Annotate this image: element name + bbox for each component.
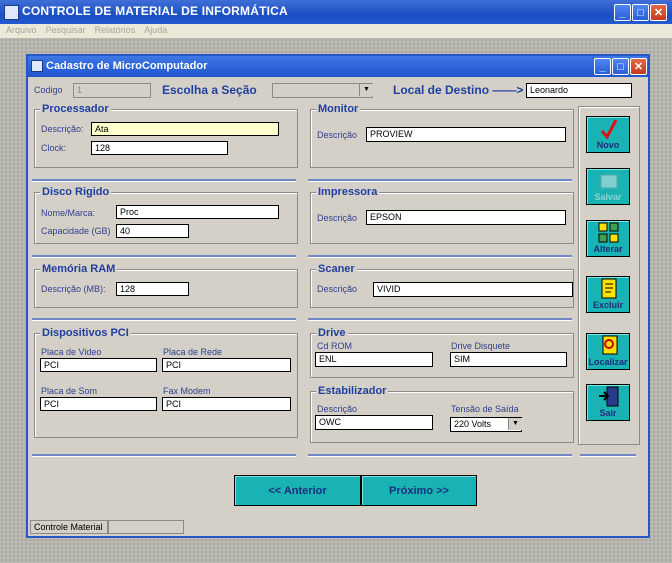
drive-title: Drive bbox=[316, 327, 348, 339]
divider bbox=[308, 454, 572, 457]
divider bbox=[32, 179, 296, 182]
menu-bar: Arquivo Pesquisar Relatórios Ajuda bbox=[0, 24, 672, 38]
disquete-label: Drive Disquete bbox=[451, 341, 511, 351]
menu-arquivo[interactable]: Arquivo bbox=[6, 25, 37, 35]
grid-icon bbox=[598, 222, 619, 243]
som-field[interactable]: PCI bbox=[40, 397, 157, 411]
scaner-label: Descrição bbox=[317, 284, 358, 294]
secao-label: Escolha a Seção bbox=[162, 83, 257, 97]
disquete-field[interactable]: SIM bbox=[450, 352, 567, 367]
nome-label: Nome/Marca: bbox=[41, 208, 96, 218]
chevron-down-icon[interactable]: ▼ bbox=[508, 418, 522, 430]
video-label: Placa de Video bbox=[41, 347, 102, 357]
salvar-label: Salvar bbox=[594, 192, 622, 202]
impressora-title: Impressora bbox=[316, 186, 380, 198]
app-icon bbox=[4, 5, 19, 20]
disco-title: Disco Rigido bbox=[40, 186, 112, 198]
secao-select[interactable] bbox=[272, 83, 373, 98]
form-close-icon[interactable]: ✕ bbox=[630, 58, 647, 75]
clock-label: Clock: bbox=[41, 143, 67, 153]
proc-desc-field[interactable]: Ata bbox=[91, 122, 279, 136]
excluir-button[interactable]: Excluir bbox=[586, 276, 630, 313]
destino-label: Local de Destino ——> bbox=[393, 83, 524, 97]
fax-label: Fax Modem bbox=[163, 386, 211, 396]
tensao-label: Tensão de Saída bbox=[451, 404, 519, 414]
pci-title: Dispositivos PCI bbox=[40, 327, 131, 339]
menu-ajuda[interactable]: Ajuda bbox=[144, 25, 167, 35]
divider bbox=[308, 318, 572, 321]
status-text: Controle Material bbox=[30, 520, 108, 534]
chevron-down-icon[interactable]: ▼ bbox=[359, 84, 373, 96]
monitor-label: Descrição bbox=[317, 130, 358, 140]
rede-field[interactable]: PCI bbox=[162, 358, 291, 372]
menu-pesquisar[interactable]: Pesquisar bbox=[46, 25, 86, 35]
capacidade-field[interactable]: 40 bbox=[116, 224, 189, 238]
salvar-button[interactable]: Salvar bbox=[586, 168, 630, 205]
memoria-field[interactable]: 128 bbox=[116, 282, 189, 296]
cdrom-field[interactable]: ENL bbox=[315, 352, 433, 367]
status-bar: Controle Material bbox=[28, 518, 648, 536]
impressora-label: Descrição bbox=[317, 213, 358, 223]
monitor-title: Monitor bbox=[316, 103, 361, 115]
excluir-label: Excluir bbox=[592, 300, 623, 310]
divider bbox=[32, 454, 296, 457]
app-title: CONTROLE DE MATERIAL DE INFORMÁTICA bbox=[22, 4, 288, 18]
checkmark-icon bbox=[600, 119, 618, 140]
clock-field[interactable]: 128 bbox=[91, 141, 228, 155]
novo-label: Novo bbox=[596, 140, 620, 150]
estab-field[interactable]: OWC bbox=[315, 415, 433, 430]
form-title-bar[interactable]: Cadastro de MicroComputador _ □ ✕ bbox=[28, 56, 648, 77]
localizar-button[interactable]: Localizar bbox=[586, 333, 630, 370]
fax-field[interactable]: PCI bbox=[162, 397, 291, 411]
divider bbox=[32, 318, 296, 321]
sair-label: Sair bbox=[599, 408, 617, 418]
disk-icon bbox=[600, 174, 618, 189]
localizar-label: Localizar bbox=[588, 357, 628, 367]
processador-group bbox=[34, 109, 298, 168]
codigo-label: Codigo bbox=[34, 85, 63, 95]
estab-label: Descrição bbox=[317, 404, 358, 414]
alterar-button[interactable]: Alterar bbox=[586, 220, 630, 257]
proc-desc-label: Descrição: bbox=[41, 124, 84, 134]
form-maximize-icon[interactable]: □ bbox=[612, 58, 629, 75]
divider bbox=[308, 255, 572, 258]
sair-button[interactable]: Sair bbox=[586, 384, 630, 421]
form-icon bbox=[31, 60, 43, 72]
status-cell bbox=[108, 520, 184, 534]
divider bbox=[32, 255, 296, 258]
close-icon[interactable]: ✕ bbox=[650, 4, 667, 21]
scaner-title: Scaner bbox=[316, 263, 357, 275]
proximo-button[interactable]: Próximo >> bbox=[361, 475, 477, 506]
novo-button[interactable]: Novo bbox=[586, 116, 630, 153]
destino-field[interactable]: Leonardo bbox=[526, 83, 632, 98]
estab-title: Estabilizador bbox=[316, 385, 389, 397]
processador-title: Processador bbox=[40, 103, 111, 115]
anterior-button[interactable]: << Anterior bbox=[234, 475, 361, 506]
nome-field[interactable]: Proc bbox=[116, 205, 279, 219]
impressora-field[interactable]: EPSON bbox=[366, 210, 566, 225]
capacidade-label: Capacidade (GB) bbox=[41, 226, 111, 236]
document-icon bbox=[601, 278, 617, 299]
search-icon bbox=[602, 335, 618, 355]
memoria-label: Descrição (MB): bbox=[41, 284, 106, 294]
monitor-field[interactable]: PROVIEW bbox=[366, 127, 566, 142]
scaner-field[interactable]: VIVID bbox=[373, 282, 573, 297]
cdrom-label: Cd ROM bbox=[317, 341, 353, 351]
minimize-icon[interactable]: _ bbox=[614, 4, 631, 21]
menu-relatorios[interactable]: Relatórios bbox=[95, 25, 136, 35]
alterar-label: Alterar bbox=[593, 244, 623, 254]
memoria-title: Memória RAM bbox=[40, 263, 118, 275]
form-minimize-icon[interactable]: _ bbox=[594, 58, 611, 75]
divider bbox=[580, 454, 636, 457]
video-field[interactable]: PCI bbox=[40, 358, 157, 372]
form-title: Cadastro de MicroComputador bbox=[46, 60, 208, 72]
exit-door-icon bbox=[599, 386, 619, 407]
maximize-icon[interactable]: □ bbox=[632, 4, 649, 21]
app-title-bar[interactable]: CONTROLE DE MATERIAL DE INFORMÁTICA _ □ … bbox=[0, 0, 672, 24]
codigo-field[interactable]: 1 bbox=[73, 83, 151, 98]
rede-label: Placa de Rede bbox=[163, 347, 223, 357]
divider bbox=[308, 179, 572, 182]
som-label: Placa de Som bbox=[41, 386, 98, 396]
